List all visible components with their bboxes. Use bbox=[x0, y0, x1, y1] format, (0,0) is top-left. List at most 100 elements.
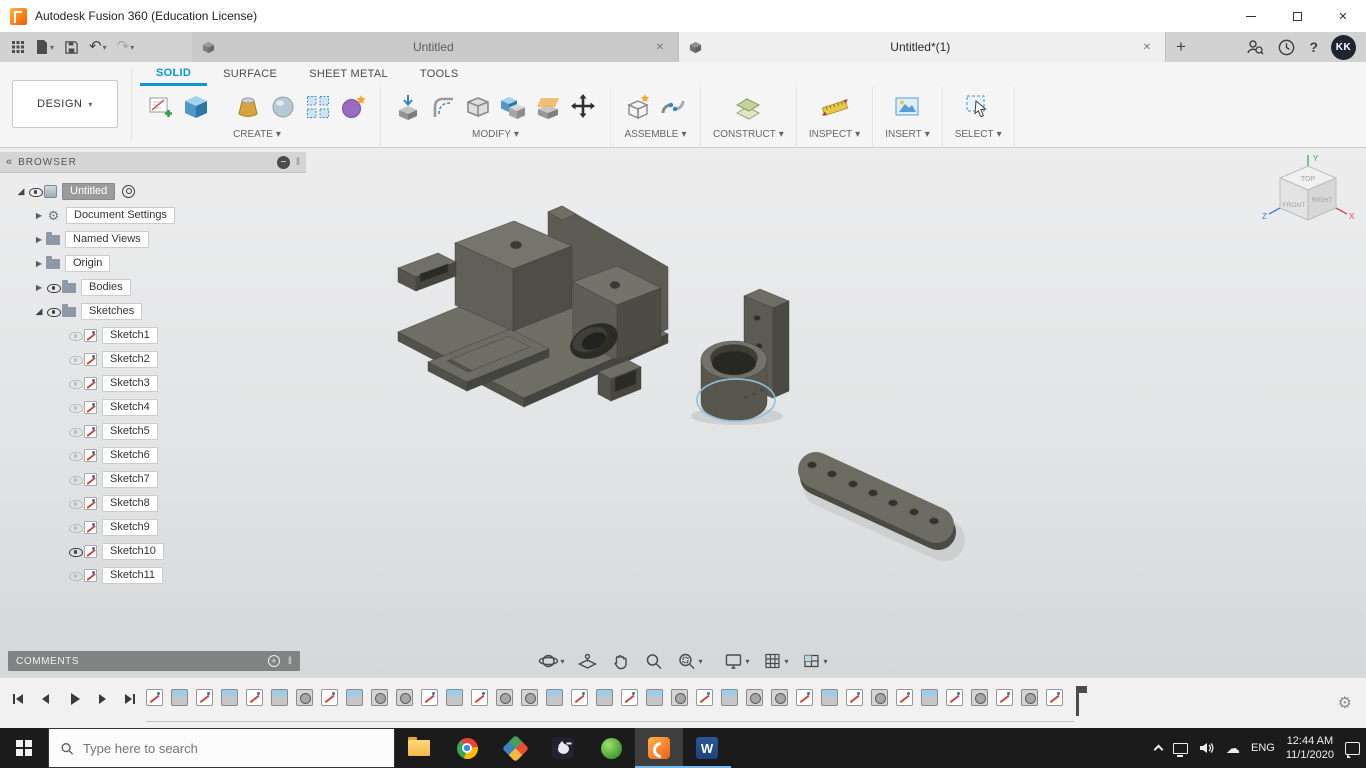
timeline-sketch-feature-icon[interactable] bbox=[571, 689, 588, 706]
insert-canvas-button[interactable] bbox=[892, 92, 922, 122]
view-cube[interactable]: Y TOP FRONT RIGHT Z X bbox=[1260, 152, 1356, 245]
new-tab-button[interactable]: + bbox=[1166, 32, 1196, 62]
loft-button[interactable] bbox=[233, 92, 263, 122]
onedrive-cloud-icon[interactable]: ☁ bbox=[1226, 740, 1240, 757]
visibility-eye-icon[interactable] bbox=[68, 472, 84, 487]
timeline-hole-feature-icon[interactable] bbox=[871, 689, 888, 706]
workspace-selector[interactable]: DESIGN ▾ bbox=[12, 80, 118, 128]
taskbar-app-pinwheel[interactable] bbox=[491, 728, 539, 768]
taskbar-fusion-360[interactable] bbox=[635, 728, 683, 768]
notifications-clock-icon[interactable] bbox=[1277, 38, 1296, 57]
sketch-label[interactable]: Sketch10 bbox=[102, 542, 164, 560]
go-to-start-button[interactable] bbox=[10, 691, 26, 707]
timeline-settings-gear-icon[interactable]: ⚙ bbox=[1338, 693, 1352, 713]
taskbar-chrome[interactable] bbox=[443, 728, 491, 768]
timeline-sketch-feature-icon[interactable] bbox=[1046, 689, 1063, 706]
sketch-row[interactable]: Sketch6 bbox=[0, 443, 306, 467]
browser-header[interactable]: « BROWSER − ‖ bbox=[0, 152, 306, 173]
combine-button[interactable] bbox=[498, 92, 528, 122]
tab-close-icon[interactable]: ✕ bbox=[652, 40, 668, 55]
sketch-label[interactable]: Sketch9 bbox=[102, 518, 158, 536]
tab-surface[interactable]: SURFACE bbox=[207, 62, 293, 86]
timeline-hole-feature-icon[interactable] bbox=[521, 689, 538, 706]
node-label[interactable]: Named Views bbox=[65, 230, 149, 248]
sketch-row[interactable]: Sketch7 bbox=[0, 467, 306, 491]
timeline-extrude-feature-icon[interactable] bbox=[346, 689, 363, 706]
language-indicator[interactable]: ENG bbox=[1251, 742, 1275, 754]
timeline-sketch-feature-icon[interactable] bbox=[946, 689, 963, 706]
sketch-row[interactable]: Sketch11 bbox=[0, 563, 306, 587]
collapse-panel-icon[interactable]: « bbox=[6, 156, 12, 168]
group-assemble-dropdown[interactable]: ASSEMBLE ▾ bbox=[625, 129, 687, 140]
tab-sheet-metal[interactable]: SHEET METAL bbox=[293, 62, 404, 86]
pattern-button[interactable] bbox=[303, 92, 333, 122]
select-button[interactable] bbox=[963, 92, 993, 122]
sketch-row[interactable]: Sketch3 bbox=[0, 371, 306, 395]
timeline-hole-feature-icon[interactable] bbox=[396, 689, 413, 706]
step-back-button[interactable] bbox=[38, 691, 54, 707]
expander-icon[interactable]: ◢ bbox=[32, 306, 46, 317]
display-settings-button[interactable]: ▾ bbox=[721, 649, 751, 673]
sketch-row[interactable]: Sketch5 bbox=[0, 419, 306, 443]
app-grid-button[interactable] bbox=[8, 38, 28, 56]
visibility-eye-icon[interactable] bbox=[68, 448, 84, 463]
timeline-extrude-feature-icon[interactable] bbox=[821, 689, 838, 706]
redo-button[interactable]: ↷ ▾ bbox=[114, 38, 138, 56]
visibility-eye-icon[interactable] bbox=[68, 376, 84, 391]
timeline-position-marker[interactable] bbox=[1076, 686, 1087, 716]
sketch-label[interactable]: Sketch3 bbox=[102, 374, 158, 392]
measure-button[interactable] bbox=[820, 92, 850, 122]
tree-node-sketches[interactable]: ◢ Sketches bbox=[0, 299, 306, 323]
group-insert-dropdown[interactable]: INSERT ▾ bbox=[885, 129, 930, 140]
timeline-sketch-feature-icon[interactable] bbox=[896, 689, 913, 706]
sketch-row[interactable]: Sketch8 bbox=[0, 491, 306, 515]
orbit-button[interactable]: ▾ bbox=[536, 649, 566, 673]
timeline-hole-feature-icon[interactable] bbox=[746, 689, 763, 706]
sketch-label[interactable]: Sketch6 bbox=[102, 446, 158, 464]
sketch-label[interactable]: Sketch5 bbox=[102, 422, 158, 440]
expander-icon[interactable]: ▶ bbox=[32, 235, 46, 244]
visibility-eye-icon[interactable] bbox=[46, 280, 62, 295]
expander-icon[interactable]: ▶ bbox=[32, 283, 46, 292]
timeline-extrude-feature-icon[interactable] bbox=[546, 689, 563, 706]
zoom-button[interactable] bbox=[641, 649, 665, 673]
timeline-extrude-feature-icon[interactable] bbox=[221, 689, 238, 706]
taskbar-clock[interactable]: 12:44 AM 11/1/2020 bbox=[1286, 734, 1334, 762]
timeline-track[interactable] bbox=[146, 721, 1074, 722]
timeline-sketch-feature-icon[interactable] bbox=[796, 689, 813, 706]
offset-plane-button[interactable] bbox=[733, 92, 763, 122]
taskbar-app-green[interactable] bbox=[587, 728, 635, 768]
viewports-button[interactable]: ▾ bbox=[800, 649, 830, 673]
sketch-row[interactable]: Sketch10 bbox=[0, 539, 306, 563]
tab-close-icon[interactable]: ✕ bbox=[1139, 40, 1155, 55]
timeline-sketch-feature-icon[interactable] bbox=[996, 689, 1013, 706]
taskbar-word[interactable]: W bbox=[683, 728, 731, 768]
visibility-eye-icon[interactable] bbox=[68, 544, 84, 559]
node-label[interactable]: Bodies bbox=[81, 278, 131, 296]
joint-button[interactable] bbox=[658, 92, 688, 122]
timeline-extrude-feature-icon[interactable] bbox=[646, 689, 663, 706]
action-center-icon[interactable] bbox=[1345, 741, 1360, 758]
visibility-eye-icon[interactable] bbox=[46, 304, 62, 319]
visibility-eye-icon[interactable] bbox=[68, 400, 84, 415]
timeline-extrude-feature-icon[interactable] bbox=[446, 689, 463, 706]
tab-tools[interactable]: TOOLS bbox=[404, 62, 475, 86]
create-form-button[interactable] bbox=[338, 92, 368, 122]
start-button[interactable] bbox=[0, 728, 48, 768]
taskbar-file-explorer[interactable] bbox=[395, 728, 443, 768]
tree-node-origin[interactable]: ▶ Origin bbox=[0, 251, 306, 275]
document-tab-untitled-1[interactable]: Untitled*(1) ✕ bbox=[679, 32, 1166, 62]
group-create-dropdown[interactable]: CREATE ▾ bbox=[233, 129, 281, 140]
timeline-sketch-feature-icon[interactable] bbox=[321, 689, 338, 706]
timeline-hole-feature-icon[interactable] bbox=[371, 689, 388, 706]
taskbar-search[interactable] bbox=[48, 728, 395, 768]
timeline-extrude-feature-icon[interactable] bbox=[271, 689, 288, 706]
tree-root-row[interactable]: ◢ Untitled bbox=[0, 179, 306, 203]
timeline-extrude-feature-icon[interactable] bbox=[596, 689, 613, 706]
grid-settings-button[interactable]: ▾ bbox=[761, 649, 791, 673]
timeline-sketch-feature-icon[interactable] bbox=[146, 689, 163, 706]
job-status-icon[interactable] bbox=[1244, 37, 1264, 57]
timeline-extrude-feature-icon[interactable] bbox=[721, 689, 738, 706]
activate-component-icon[interactable] bbox=[122, 184, 136, 198]
sketch-row[interactable]: Sketch4 bbox=[0, 395, 306, 419]
